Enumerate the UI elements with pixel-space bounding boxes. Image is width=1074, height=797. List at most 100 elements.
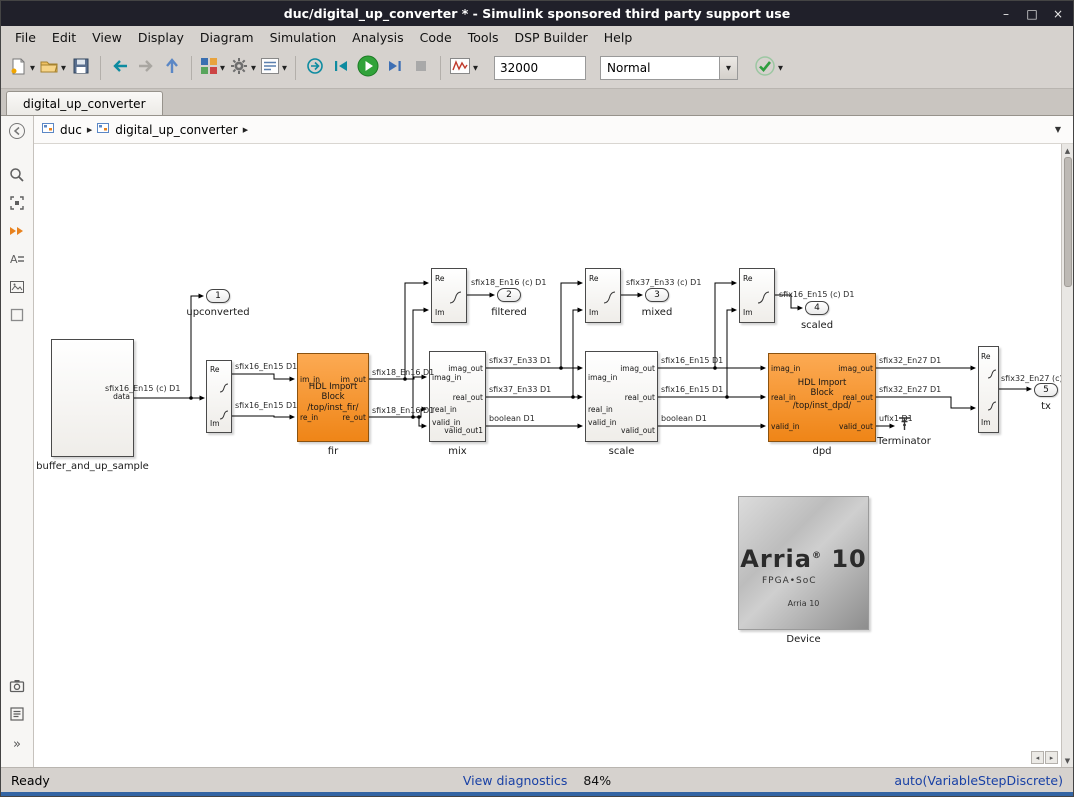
minimize-icon[interactable]: – xyxy=(999,8,1013,20)
outport-upconverted[interactable]: 1 xyxy=(206,289,230,303)
hide-browser-button[interactable] xyxy=(5,122,29,144)
update-diagram-button[interactable] xyxy=(5,222,29,244)
breadcrumb-item-duc[interactable]: duc xyxy=(60,123,82,137)
signal-label: sfix16_En15 D1 xyxy=(661,385,723,394)
block-label: dpd xyxy=(768,446,876,457)
forward-button[interactable] xyxy=(133,53,159,83)
back-button[interactable] xyxy=(107,53,133,83)
open-button[interactable]: ▼ xyxy=(37,53,68,83)
simulation-stop-time-input[interactable] xyxy=(494,56,586,80)
fit-to-view-button[interactable] xyxy=(5,194,29,216)
block-fir[interactable]: im_in re_in im_out re_out HDL Import Blo… xyxy=(297,353,369,442)
up-to-parent-button[interactable] xyxy=(159,53,185,83)
signal-label: sfix37_En33 D1 xyxy=(489,356,551,365)
tab-digital-up-converter[interactable]: digital_up_converter xyxy=(6,91,163,115)
outport-tx[interactable]: 5 xyxy=(1034,383,1058,397)
menu-dsp-builder[interactable]: DSP Builder xyxy=(506,28,595,47)
block-dpd[interactable]: imag_in real_in valid_in imag_out real_o… xyxy=(768,353,876,442)
menu-simulation[interactable]: Simulation xyxy=(262,28,345,47)
block-mix[interactable]: imag_in real_in valid_in imag_out real_o… xyxy=(429,351,486,442)
block-buffer-and-up-sample[interactable]: data xyxy=(51,339,134,457)
signal-label: sfix32_En27 D1 xyxy=(879,356,941,365)
vertical-scrollbar[interactable]: ▲ ▼ xyxy=(1061,144,1073,767)
block-label: Device xyxy=(738,634,869,645)
model-node-icon xyxy=(42,122,55,137)
image-button[interactable] xyxy=(5,278,29,300)
scroll-up-button[interactable]: ▲ xyxy=(1062,144,1074,157)
outport-filtered[interactable]: 2 xyxy=(497,288,521,302)
shape-button[interactable] xyxy=(5,306,29,328)
menu-bar: File Edit View Display Diagram Simulatio… xyxy=(1,26,1073,48)
outport-scaled[interactable]: 4 xyxy=(805,301,829,315)
signal-label: sfix18_En16 (c) D1 xyxy=(471,278,546,287)
new-model-button[interactable]: ▼ xyxy=(7,53,37,83)
menu-analysis[interactable]: Analysis xyxy=(344,28,412,47)
scroll-right-button[interactable]: ▸ xyxy=(1045,751,1058,764)
check-model-button[interactable]: ▼ xyxy=(752,53,785,83)
breadcrumb-separator-icon[interactable]: ▶ xyxy=(243,126,248,134)
data-inspector-button[interactable]: ▼ xyxy=(447,53,480,83)
block-real-imag-to-complex-1[interactable]: Re Im xyxy=(431,268,467,323)
block-real-imag-to-complex-3[interactable]: Re Im xyxy=(739,268,775,323)
port-label: Im xyxy=(743,308,753,317)
block-path: /top/inst_dpd/ xyxy=(769,401,875,411)
model-canvas[interactable]: data buffer_and_up_sample 1 upconverted … xyxy=(34,144,1061,767)
menu-code[interactable]: Code xyxy=(412,28,460,47)
chevron-down-icon: ▼ xyxy=(251,64,256,72)
menu-diagram[interactable]: Diagram xyxy=(192,28,262,47)
combobox-arrow-button[interactable]: ▼ xyxy=(719,57,737,79)
stop-button[interactable] xyxy=(408,53,434,83)
viewmarks-button[interactable] xyxy=(5,677,29,699)
scrollbar-thumb[interactable] xyxy=(1064,157,1072,287)
model-settings-button[interactable]: ▼ xyxy=(227,53,258,83)
save-button[interactable] xyxy=(68,53,94,83)
signal-wires xyxy=(34,144,1061,767)
annotation-button[interactable]: A xyxy=(5,250,29,272)
port-label: valid_out1 xyxy=(444,426,483,435)
zoom-button[interactable] xyxy=(5,166,29,188)
open-folder-icon xyxy=(39,57,59,79)
camera-icon xyxy=(9,678,25,698)
menu-view[interactable]: View xyxy=(84,28,130,47)
port-label: Re xyxy=(210,365,220,374)
block-real-imag-to-complex-4[interactable]: Re Im xyxy=(978,346,999,433)
step-forward-button[interactable] xyxy=(382,53,408,83)
outport-label: tx xyxy=(1016,401,1061,412)
maximize-icon[interactable]: □ xyxy=(1025,8,1039,20)
simulink-window: duc/digital_up_converter * - Simulink sp… xyxy=(0,0,1074,797)
green-check-icon xyxy=(754,55,776,81)
scroll-down-button[interactable]: ▼ xyxy=(1062,754,1074,767)
run-button[interactable] xyxy=(354,53,382,83)
legend-icon xyxy=(9,706,25,726)
breadcrumb: duc ▶ digital_up_converter ▶ ▼ xyxy=(34,116,1073,144)
breadcrumb-separator-icon[interactable]: ▶ xyxy=(87,126,92,134)
view-diagnostics-link[interactable]: View diagnostics xyxy=(463,773,567,788)
menu-file[interactable]: File xyxy=(7,28,44,47)
library-browser-button[interactable]: ▼ xyxy=(198,53,227,83)
outport-mixed[interactable]: 3 xyxy=(645,288,669,302)
expand-panel-button[interactable]: » xyxy=(5,733,29,755)
port-label: Re xyxy=(743,274,753,283)
block-complex-to-real-imag[interactable]: Re Im xyxy=(206,360,232,433)
breadcrumb-item-digital-up-converter[interactable]: digital_up_converter xyxy=(115,123,238,137)
block-device-arria10[interactable]: Arria® 10 FPGA•SoC Arria 10 xyxy=(738,496,869,630)
fast-restart-button[interactable] xyxy=(302,53,328,83)
menu-tools[interactable]: Tools xyxy=(460,28,507,47)
block-scale[interactable]: imag_in real_in valid_in imag_out real_o… xyxy=(585,351,658,442)
menu-edit[interactable]: Edit xyxy=(44,28,84,47)
waveform-icon xyxy=(603,289,616,308)
close-icon[interactable]: × xyxy=(1051,8,1065,20)
menu-display[interactable]: Display xyxy=(130,28,192,47)
sample-time-legend-button[interactable] xyxy=(5,705,29,727)
block-title: Block xyxy=(769,388,875,398)
block-real-imag-to-complex-2[interactable]: Re Im xyxy=(585,268,621,323)
step-back-button[interactable] xyxy=(328,53,354,83)
menu-help[interactable]: Help xyxy=(596,28,641,47)
signal-label: sfix37_En33 (c) D1 xyxy=(626,278,701,287)
port-label: valid_in xyxy=(588,418,617,427)
model-config-button[interactable]: ▼ xyxy=(258,53,289,83)
scroll-left-button[interactable]: ◂ xyxy=(1031,751,1044,764)
breadcrumb-dropdown-icon[interactable]: ▼ xyxy=(1055,125,1065,134)
simulation-mode-combobox[interactable]: Normal ▼ xyxy=(600,56,738,80)
solver-indicator[interactable]: auto(VariableStepDiscrete) xyxy=(894,773,1063,788)
